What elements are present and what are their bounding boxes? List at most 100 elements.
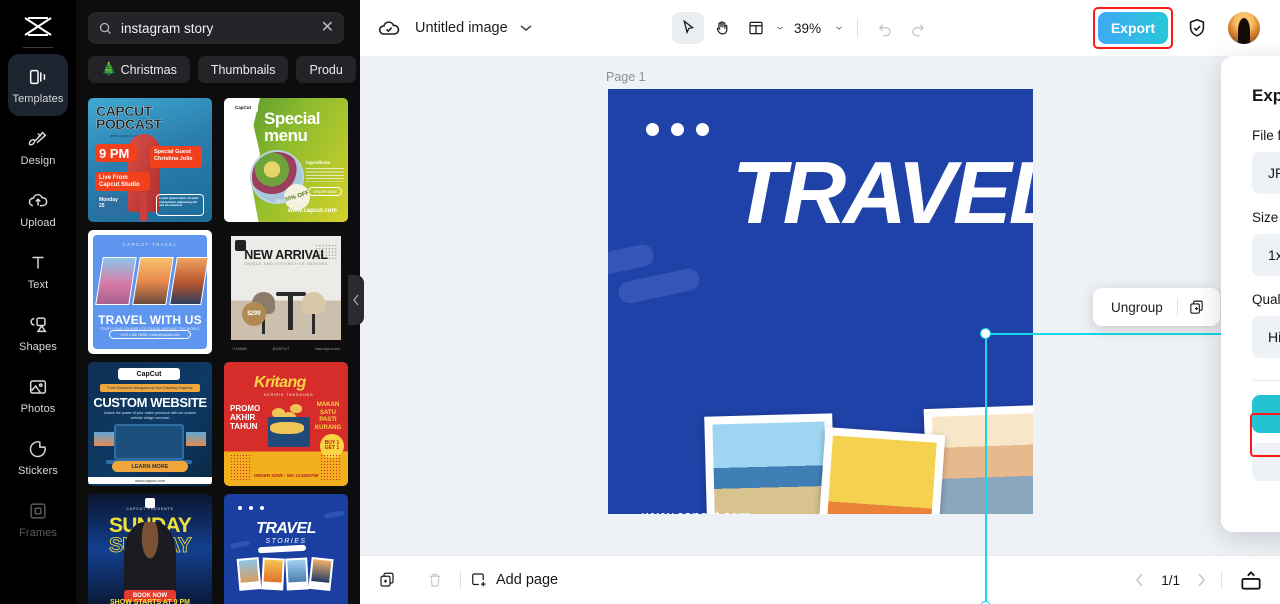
add-page-button[interactable]: Add page xyxy=(469,571,558,589)
sidebar-item-label: Photos xyxy=(20,402,56,415)
dot-decoration xyxy=(646,123,659,136)
footer-url: www.capcut.com xyxy=(315,347,340,351)
hand-tool-button[interactable] xyxy=(706,12,738,44)
sidebar-item-shapes[interactable]: Shapes xyxy=(8,302,68,364)
sidebar-item-frames[interactable]: Frames xyxy=(8,488,68,550)
polaroid-photo[interactable]: JANUARY 5 xyxy=(814,427,946,514)
quality-select[interactable]: High (154 KB – 308 KB) xyxy=(1252,316,1280,358)
toolbar-divider xyxy=(857,19,859,37)
sidebar-item-upload[interactable]: Upload xyxy=(8,178,68,240)
blob-graphic xyxy=(616,266,702,306)
search-input[interactable] xyxy=(121,20,313,36)
templates-icon xyxy=(29,69,46,84)
file-format-select[interactable]: JPEG xyxy=(1252,152,1280,194)
template-sub: ingredients xyxy=(306,160,331,165)
chevron-left-icon xyxy=(353,294,359,306)
polaroid-photo[interactable]: JANUARY 4 xyxy=(704,413,836,514)
canvas-area[interactable]: Page 1 TRAVEL JANUARY 4 JANUARY 5 JANUAR… xyxy=(360,56,1280,604)
template-title: NEW ARRIVAL xyxy=(244,248,328,262)
artboard-headline[interactable]: TRAVEL xyxy=(732,149,1033,237)
page-label: Page 1 xyxy=(606,70,646,84)
layout-tool-button[interactable] xyxy=(740,12,772,44)
zoom-chevron-down-icon[interactable] xyxy=(833,24,845,32)
template-card[interactable]: TRAVEL STORIES www.capcut.com +020-456-7… xyxy=(224,494,348,604)
sidebar-item-photos[interactable]: Photos xyxy=(8,364,68,426)
footer-handle: @CAPCUT xyxy=(272,347,290,351)
duplicate-page-button[interactable] xyxy=(370,563,404,597)
chevron-down-icon[interactable] xyxy=(520,24,532,32)
device-thumb xyxy=(186,432,206,446)
template-subtitle: STORIES xyxy=(265,538,307,545)
laptop-graphic xyxy=(114,424,184,460)
footer-phone: +1234568 xyxy=(232,347,247,351)
layout-chevron-down-icon[interactable] xyxy=(774,24,786,32)
sidebar-item-design[interactable]: Design xyxy=(8,116,68,178)
template-card[interactable]: CAPCUT TRAVEL TRAVEL WITH US START YOUR … xyxy=(88,230,212,354)
export-panel: Export File format JPEG Size 1x (1080 x … xyxy=(1221,56,1280,532)
template-card[interactable]: CAPCUT PRESENTS SUNDAY SUNDAY BOOK NOW S… xyxy=(88,494,212,604)
shield-check-icon[interactable] xyxy=(1186,17,1208,39)
size-select[interactable]: 1x (1080 x 1080 px) xyxy=(1252,234,1280,276)
table-leg xyxy=(288,296,293,330)
learn-more-button: LEARN MORE xyxy=(112,461,188,472)
sidebar-item-text[interactable]: Text xyxy=(8,240,68,302)
shapes-icon xyxy=(30,316,47,332)
select-tool-button[interactable] xyxy=(672,12,704,44)
delete-page-button[interactable] xyxy=(418,563,452,597)
panel-divider xyxy=(1252,380,1280,381)
chip-thumbnails[interactable]: Thumbnails xyxy=(197,56,289,83)
present-icon[interactable] xyxy=(1238,567,1264,593)
search-bar[interactable]: ✕ xyxy=(88,12,344,44)
avatar[interactable] xyxy=(1228,12,1260,44)
template-card[interactable]: CAPCUT PODCAST www.capcut.com 9 PM Speci… xyxy=(88,98,212,222)
sidebar-item-label: Shapes xyxy=(19,340,57,353)
undo-button[interactable] xyxy=(870,13,900,43)
quality-value: High xyxy=(1268,329,1280,345)
blob-graphic xyxy=(323,510,345,519)
file-format-label: File format xyxy=(1252,128,1280,143)
chip-label: Thumbnails xyxy=(210,62,276,77)
ungroup-button[interactable]: Ungroup xyxy=(1097,300,1177,315)
sidebar-item-label: Upload xyxy=(20,216,56,229)
download-button[interactable]: Download xyxy=(1252,395,1280,433)
editor-main: Untitled image 39% Export Page 1 TRAVEL … xyxy=(360,0,1280,604)
chip-products[interactable]: Produ xyxy=(296,56,356,83)
template-tagline: From Seamless Navigation to Eye Catching… xyxy=(100,384,200,392)
christmas-tree-icon: 🎄 xyxy=(101,62,117,76)
artboard[interactable]: TRAVEL JANUARY 4 JANUARY 5 JANUARY 5 www… xyxy=(608,89,1033,514)
slogan-text: MAKAN SATU PASTI KURANG xyxy=(314,402,342,431)
template-card[interactable]: Kritang KERIPIK TANGGUNG PROMO AKHIR TAH… xyxy=(224,362,348,486)
chip-christmas[interactable]: 🎄 Christmas xyxy=(88,56,190,83)
inner-frame: CAPCUT TRAVEL TRAVEL WITH US START YOUR … xyxy=(93,235,209,349)
redo-button[interactable] xyxy=(902,13,932,43)
polaroid-graphic xyxy=(308,556,334,592)
capcut-badge: CapCut xyxy=(118,368,180,380)
template-card[interactable]: CapCut From Seamless Navigation to Eye C… xyxy=(88,362,212,486)
next-page-icon[interactable] xyxy=(1196,573,1206,587)
capcut-logo-icon[interactable] xyxy=(18,10,58,44)
artboard-url[interactable]: www.capcut.com xyxy=(642,509,751,514)
template-card[interactable]: CapCut Special menu ingredients 30% OFF … xyxy=(224,98,348,222)
document-title[interactable]: Untitled image xyxy=(415,20,508,36)
collapse-panel-handle[interactable] xyxy=(348,275,364,325)
sidebar-item-stickers[interactable]: Stickers xyxy=(8,426,68,488)
body-text-lines xyxy=(306,168,344,182)
chip-label: Produ xyxy=(309,62,343,77)
swoosh-graphic xyxy=(257,544,307,554)
template-sub: Unlock the power of your online presence… xyxy=(103,411,197,420)
clear-search-icon[interactable]: ✕ xyxy=(321,20,334,36)
add-page-icon xyxy=(472,573,486,587)
prev-page-icon[interactable] xyxy=(1135,573,1145,587)
copy-as-png-button[interactable]: Copy as PNG xyxy=(1252,443,1280,481)
cloud-saved-icon[interactable] xyxy=(377,16,401,40)
template-card[interactable]: NEW ARRIVAL UNIQUE AND DISTINCTIVE DESIG… xyxy=(224,230,348,354)
sidebar-item-templates[interactable]: Templates xyxy=(8,54,68,116)
export-button[interactable]: Export xyxy=(1098,12,1168,44)
sidebar-item-label: Templates xyxy=(12,92,64,105)
template-sub: UNIQUE AND DISTINCTIVE DESIGNS xyxy=(244,262,328,266)
template-grid: CAPCUT PODCAST www.capcut.com 9 PM Speci… xyxy=(88,98,348,604)
template-title: Special menu xyxy=(264,109,321,145)
show-time-text: SHOW STARTS AT 9 PM xyxy=(110,599,190,604)
duplicate-button[interactable] xyxy=(1178,292,1216,322)
page-indicator: 1/1 xyxy=(1161,572,1180,588)
